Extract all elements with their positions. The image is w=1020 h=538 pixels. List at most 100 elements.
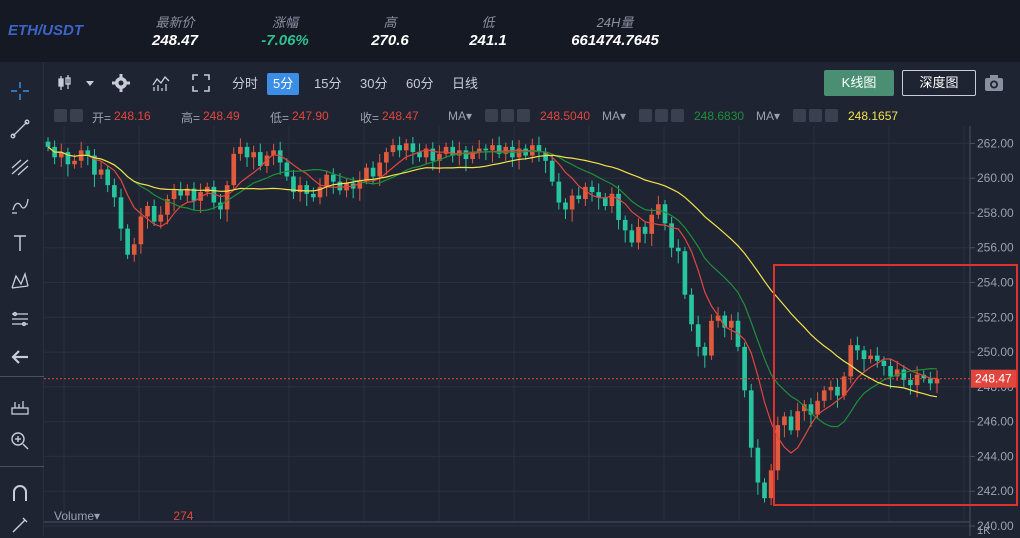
stat-value: 241.1 [469, 32, 507, 49]
candle-body [848, 345, 854, 377]
candle-body [695, 324, 701, 347]
candle-body [490, 145, 495, 151]
candle-body [629, 230, 635, 243]
candle-body [244, 146, 250, 158]
brush-icon[interactable] [7, 192, 33, 218]
volume-value: 274 [173, 509, 194, 523]
period-tab-5min[interactable]: 5分 [267, 73, 300, 95]
eye-icon[interactable] [793, 109, 806, 122]
candle-body [311, 193, 316, 198]
ma1-label[interactable]: MA▾ [448, 109, 472, 123]
gear-icon[interactable] [110, 72, 132, 94]
candle-body [815, 400, 820, 415]
close-icon[interactable] [517, 109, 530, 122]
candle-body [602, 197, 608, 206]
candle-body [238, 146, 243, 154]
ma1-value: 248.5040 [540, 109, 591, 123]
settings-icon[interactable] [70, 109, 83, 122]
stat-label: 低 [481, 15, 495, 30]
candlestick-chart[interactable]: 262.00 260.00 258.00 256.00 254.00 252.00 250.… [44, 126, 1020, 536]
candle-body [782, 416, 787, 426]
ma2-label[interactable]: MA▾ [602, 109, 626, 123]
candle-body [251, 152, 256, 158]
period-tab-time[interactable]: 分时 [226, 73, 264, 95]
candle-body [622, 219, 628, 231]
candle-body [589, 186, 595, 193]
close-icon[interactable] [671, 109, 684, 122]
open-value: 248.16 [114, 109, 151, 123]
stat-label: 最新价 [155, 15, 195, 30]
candle-body [72, 160, 77, 165]
close-label: 收= [360, 111, 380, 125]
y-tick-label: 250.00 [977, 345, 1014, 359]
zoom-in-icon[interactable] [7, 428, 33, 454]
stat-change: 涨幅 -7.06% [250, 12, 320, 49]
candle-body [483, 148, 489, 151]
volume-label[interactable]: Volume▾ [54, 509, 100, 523]
y-tick-label: 244.00 [977, 449, 1014, 463]
stat-last-price: 最新价 248.47 [140, 12, 210, 49]
y-tick-label: 246.00 [977, 415, 1014, 429]
trend-line-icon[interactable] [7, 116, 33, 142]
candle-body [868, 355, 873, 360]
volume-legend: Volume▾ 274 [54, 509, 193, 523]
settings-icon[interactable] [809, 109, 822, 122]
period-tab-60min[interactable]: 60分 [400, 73, 439, 95]
fullscreen-icon[interactable] [190, 72, 212, 94]
depth-chart-button[interactable]: 深度图 [902, 70, 976, 96]
trading-pair[interactable]: ETH/USDT [8, 22, 83, 39]
ma2-value: 248.6830 [694, 109, 745, 123]
candle-body [337, 181, 343, 191]
fork-lines-icon[interactable] [7, 154, 33, 180]
measure-icon[interactable] [7, 306, 33, 332]
lock-pen-icon[interactable] [7, 512, 33, 538]
period-tab-day[interactable]: 日线 [446, 73, 484, 95]
eye-icon[interactable] [485, 109, 498, 122]
stat-value: 661474.7645 [571, 32, 659, 49]
settings-icon[interactable] [501, 109, 514, 122]
candle-body [689, 294, 694, 325]
y-tick-label: 258.00 [977, 206, 1014, 220]
candle-body [649, 214, 655, 234]
y-tick-label: 256.00 [977, 241, 1014, 255]
candle-body [748, 390, 754, 448]
candle-body [178, 190, 184, 196]
indicator-icon[interactable] [150, 72, 172, 94]
stat-high: 高 270.6 [355, 12, 425, 49]
candle-body [450, 146, 456, 156]
period-tab-15min[interactable]: 15分 [308, 73, 347, 95]
eye-icon[interactable] [54, 109, 67, 122]
kline-chart-button[interactable]: K线图 [824, 70, 894, 96]
ruler-icon[interactable] [7, 394, 33, 420]
pattern-icon[interactable] [7, 268, 33, 294]
candle-body [410, 143, 416, 153]
back-arrow-icon[interactable] [7, 344, 33, 370]
chevron-down-icon[interactable] [84, 72, 96, 94]
eye-icon[interactable] [639, 109, 652, 122]
camera-icon[interactable] [984, 74, 1004, 92]
settings-icon[interactable] [655, 109, 668, 122]
low-label: 低= [270, 111, 290, 125]
candle-body [204, 186, 210, 193]
candle-body [636, 226, 641, 243]
magnet-icon[interactable] [7, 480, 33, 506]
candle-body [556, 181, 562, 203]
candle-body [914, 374, 920, 386]
candle-body [257, 152, 263, 166]
candle-body [390, 145, 396, 153]
text-tool-icon[interactable] [7, 230, 33, 256]
stat-value: 248.47 [152, 32, 198, 49]
period-tab-30min[interactable]: 30分 [354, 73, 393, 95]
crosshair-icon[interactable] [7, 78, 33, 104]
y-tick-label: 260.00 [977, 171, 1014, 185]
candle-body [138, 216, 144, 245]
close-icon[interactable] [825, 109, 838, 122]
candle-body [45, 141, 51, 147]
candle-body [828, 386, 834, 391]
candle-body [151, 206, 157, 222]
candle-body [569, 195, 575, 210]
candle-body [729, 320, 734, 328]
candle-body [642, 226, 648, 234]
ma3-label[interactable]: MA▾ [756, 109, 780, 123]
candle-type-icon[interactable] [54, 72, 76, 94]
